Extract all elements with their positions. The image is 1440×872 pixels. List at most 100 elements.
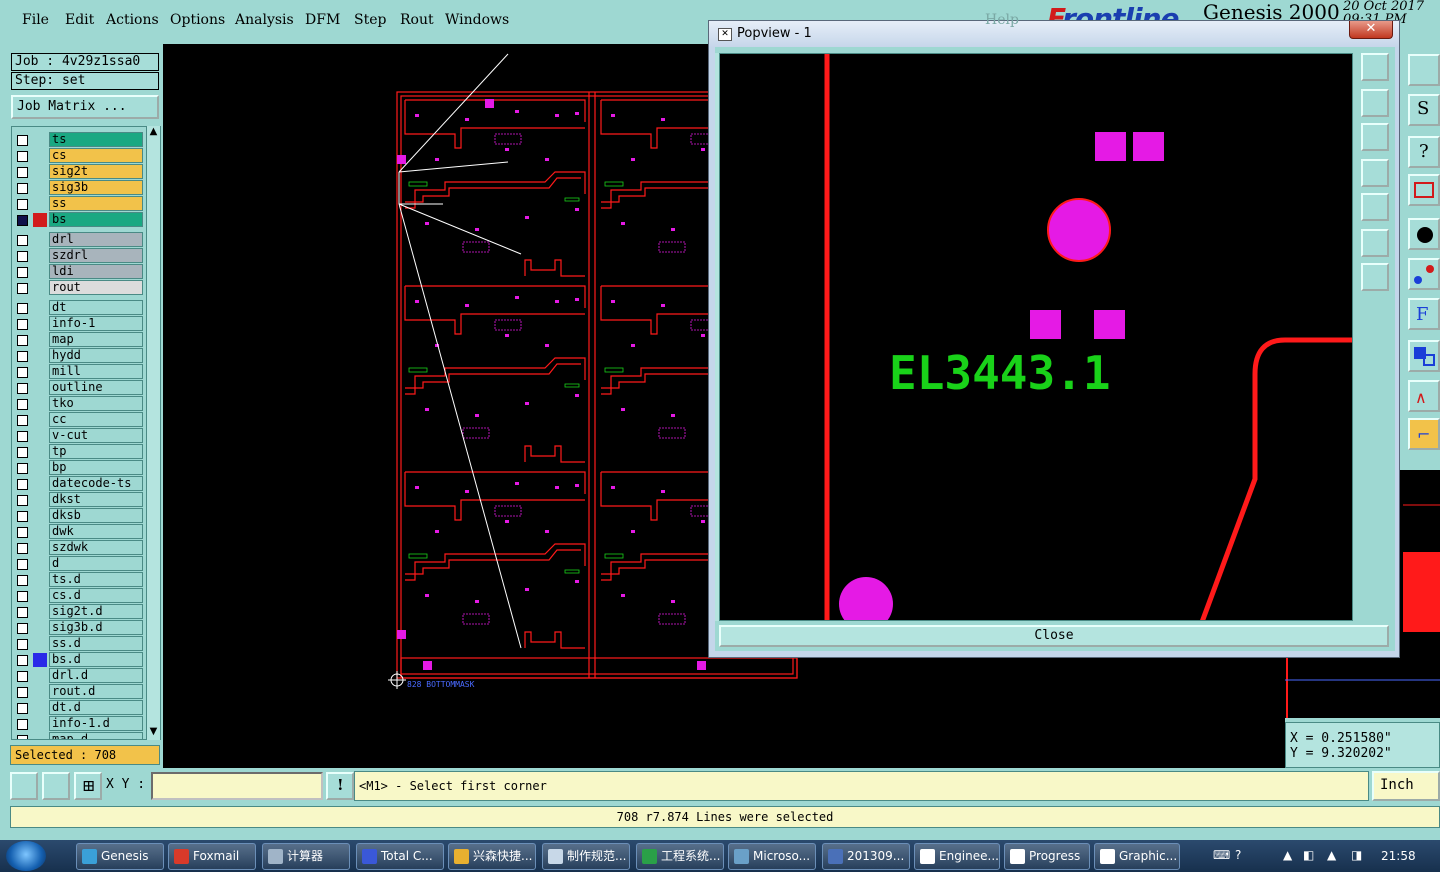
layer-checkbox[interactable] <box>17 215 28 226</box>
layer-name[interactable]: dt.d <box>49 700 143 715</box>
layer-row[interactable]: mill <box>12 364 146 380</box>
popview-pan-up-icon[interactable] <box>1361 89 1389 117</box>
layer-list-scrollbar[interactable]: ▲ ▼ <box>146 126 160 740</box>
profile-icon[interactable]: ∧ <box>1408 380 1440 412</box>
layer-checkbox[interactable] <box>17 543 28 554</box>
layer-row[interactable]: info-1 <box>12 316 146 332</box>
popview-canvas[interactable]: EL3443.1 <box>719 53 1353 621</box>
layer-name[interactable]: ts.d <box>49 572 143 587</box>
menu-analysis[interactable]: Analysis <box>235 12 294 28</box>
antivirus-icon[interactable]: ▲ <box>1327 848 1336 862</box>
start-button[interactable] <box>6 841 46 871</box>
taskbar-button[interactable]: 201309... <box>822 843 910 870</box>
layer-checkbox[interactable] <box>17 655 28 666</box>
layer-name[interactable]: bp <box>49 460 143 475</box>
layer-checkbox[interactable] <box>17 151 28 162</box>
layer-name[interactable]: hydd <box>49 348 143 363</box>
layer-checkbox[interactable] <box>17 511 28 522</box>
select-tool-icon[interactable]: ⌐ <box>1408 418 1440 450</box>
taskbar-button[interactable]: Genesis <box>76 843 164 870</box>
layer-name[interactable]: mill <box>49 364 143 379</box>
layer-name[interactable]: tp <box>49 444 143 459</box>
layer-checkbox[interactable] <box>17 303 28 314</box>
layer-checkbox[interactable] <box>17 283 28 294</box>
menu-help[interactable]: Help <box>985 12 1019 28</box>
layer-name[interactable]: dksb <box>49 508 143 523</box>
taskbar-button[interactable]: 工程系统... <box>636 843 724 870</box>
layer-checkbox[interactable] <box>17 335 28 346</box>
layer-row[interactable]: map.d <box>12 732 146 739</box>
layer-checkbox[interactable] <box>17 351 28 362</box>
menu-actions[interactable]: Actions <box>106 12 159 28</box>
layer-checkbox[interactable] <box>17 251 28 262</box>
clock[interactable]: 21:58 <box>1381 849 1416 863</box>
layer-row[interactable]: dwk <box>12 524 146 540</box>
layer-row[interactable]: cs <box>12 148 146 164</box>
layer-checkbox[interactable] <box>17 527 28 538</box>
layer-row[interactable]: datecode-ts <box>12 476 146 492</box>
layer-row[interactable]: ldi <box>12 264 146 280</box>
layer-name[interactable]: szdrl <box>49 248 143 263</box>
layer-name[interactable]: dwk <box>49 524 143 539</box>
layer-row[interactable]: sig2t <box>12 164 146 180</box>
layer-checkbox[interactable] <box>17 199 28 210</box>
layer-name[interactable]: sig2t.d <box>49 604 143 619</box>
grid-icon[interactable]: ⊞ <box>74 772 102 800</box>
menu-options[interactable]: Options <box>170 12 225 28</box>
layer-row[interactable]: tko <box>12 396 146 412</box>
layer-checkbox[interactable] <box>17 703 28 714</box>
layer-checkbox[interactable] <box>17 559 28 570</box>
layer-name[interactable]: tko <box>49 396 143 411</box>
layer-name[interactable]: info-1.d <box>49 716 143 731</box>
layer-row[interactable]: sig2t.d <box>12 604 146 620</box>
layer-checkbox[interactable] <box>17 607 28 618</box>
layer-checkbox[interactable] <box>17 383 28 394</box>
layer-row[interactable]: map <box>12 332 146 348</box>
layer-name[interactable]: map <box>49 332 143 347</box>
taskbar-button[interactable]: Enginee... <box>914 843 1000 870</box>
popview-pan-left-icon[interactable] <box>1361 159 1389 187</box>
layer-checkbox[interactable] <box>17 735 28 739</box>
layer-row[interactable]: hydd <box>12 348 146 364</box>
layer-row[interactable]: sig3b <box>12 180 146 196</box>
net-tool-icon[interactable] <box>1408 174 1440 206</box>
menu-file[interactable]: File <box>22 12 49 28</box>
layer-row[interactable]: bs.d <box>12 652 146 668</box>
layer-checkbox[interactable] <box>17 431 28 442</box>
layer-name[interactable]: v-cut <box>49 428 143 443</box>
layer-checkbox[interactable] <box>17 135 28 146</box>
taskbar-button[interactable]: Graphic... <box>1094 843 1180 870</box>
layer-checkbox[interactable] <box>17 687 28 698</box>
popview-pan-right-icon[interactable] <box>1361 193 1389 221</box>
layer-name[interactable]: bs <box>49 212 143 227</box>
show-hidden-icon[interactable]: ▲ <box>1283 848 1292 862</box>
layer-name[interactable]: d <box>49 556 143 571</box>
layer-name[interactable]: map.d <box>49 732 143 739</box>
layer-checkbox[interactable] <box>17 367 28 378</box>
angle-icon[interactable] <box>42 772 70 800</box>
layer-checkbox[interactable] <box>17 235 28 246</box>
layer-name[interactable]: szdwk <box>49 540 143 555</box>
taskbar-button[interactable]: 计算器 <box>262 843 350 870</box>
popview-titlebar[interactable]: ✕ Popview - 1 ✕ <box>709 21 1399 47</box>
layer-name[interactable]: ss.d <box>49 636 143 651</box>
layer-row[interactable]: dkst <box>12 492 146 508</box>
popview-fit-icon[interactable] <box>1361 229 1389 257</box>
layer-row[interactable]: ss <box>12 196 146 212</box>
layer-name[interactable]: datecode-ts <box>49 476 143 491</box>
layer-name[interactable]: rout <box>49 280 143 295</box>
scroll-up-icon[interactable]: ▲ <box>148 126 159 137</box>
layer-row[interactable]: rout <box>12 280 146 296</box>
help-tray-icon[interactable]: ? <box>1235 848 1241 862</box>
layer-checkbox[interactable] <box>17 719 28 730</box>
layer-row[interactable]: drl.d <box>12 668 146 684</box>
layer-checkbox[interactable] <box>17 591 28 602</box>
layer-row[interactable]: bs <box>12 212 146 228</box>
close-button[interactable]: Close <box>719 625 1389 647</box>
layer-checkbox[interactable] <box>17 495 28 506</box>
layer-row[interactable]: outline <box>12 380 146 396</box>
layer-name[interactable]: dt <box>49 300 143 315</box>
layer-row[interactable]: ss.d <box>12 636 146 652</box>
layer-row[interactable]: v-cut <box>12 428 146 444</box>
layer-row[interactable]: sig3b.d <box>12 620 146 636</box>
